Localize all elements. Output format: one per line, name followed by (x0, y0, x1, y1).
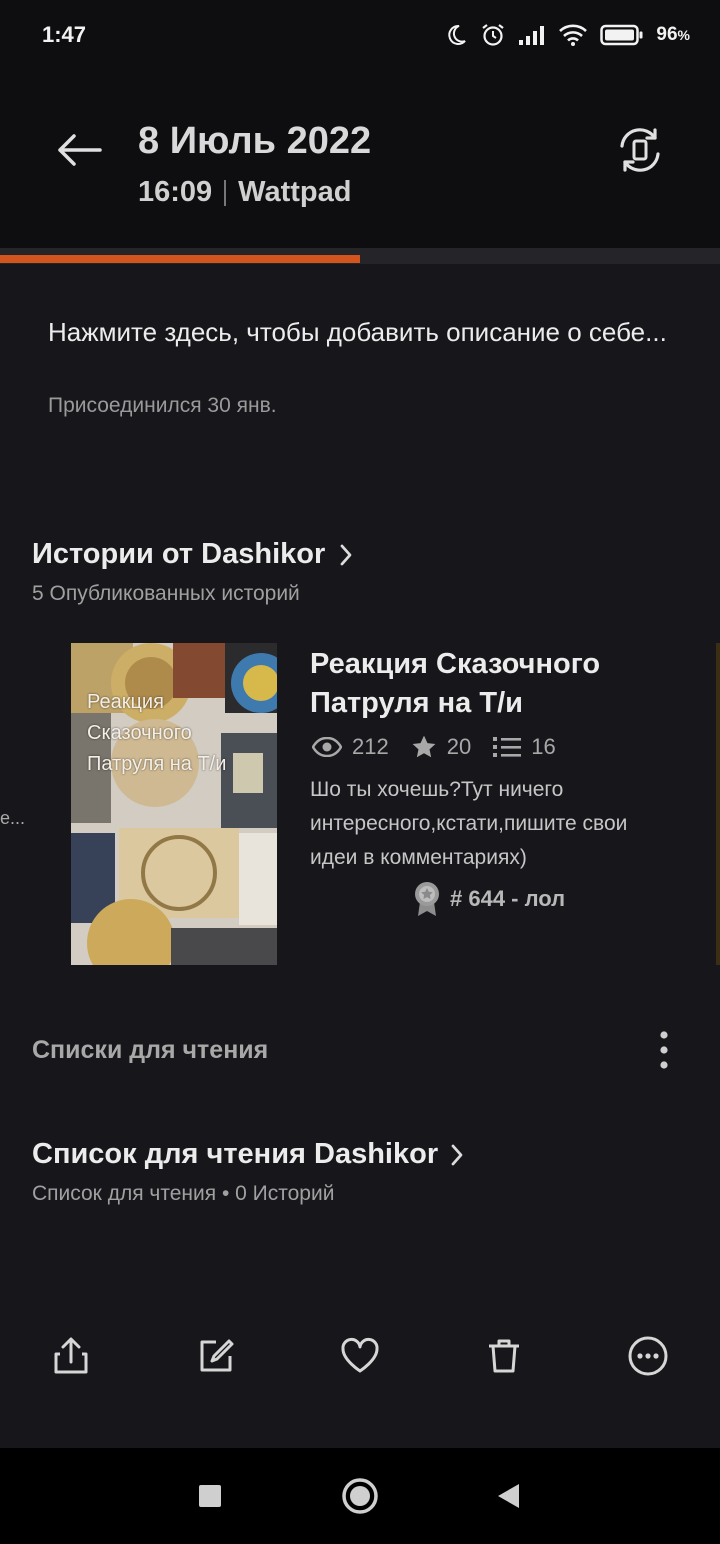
book-title[interactable]: Реакция Сказочного Патруля на Т/и (310, 645, 650, 723)
divider (224, 179, 227, 206)
system-nav-bar (0, 1448, 720, 1544)
header-app: Wattpad (238, 176, 352, 208)
kebab-menu-icon (660, 1031, 668, 1069)
more-icon (628, 1336, 668, 1376)
stories-link[interactable]: Истории от Dashikor (32, 538, 353, 571)
votes-count: 20 (446, 734, 472, 759)
chevron-right-icon (340, 544, 352, 565)
battery-percent: 96% (656, 24, 690, 45)
arrow-left-icon (58, 134, 102, 166)
battery-icon (600, 24, 643, 46)
bottom-toolbar (0, 1320, 720, 1392)
reading-lists-menu-button[interactable] (650, 1030, 678, 1070)
views-count: 212 (352, 734, 389, 759)
page-title: 8 Июль 2022 (138, 120, 372, 162)
stories-title: Истории от Dashikor (32, 538, 326, 570)
parts-stat: 16 (493, 734, 556, 760)
book-rank: # 644 - лол (412, 880, 565, 918)
delete-button[interactable] (468, 1320, 540, 1392)
signal-icon (519, 26, 545, 45)
rotate-icon (620, 128, 660, 172)
home-button[interactable] (336, 1472, 384, 1520)
next-card-edge[interactable] (716, 643, 720, 965)
heart-icon (341, 1338, 379, 1373)
progress-fill (0, 255, 360, 263)
rank-text: # 644 - лол (450, 886, 566, 911)
header-time: 16:09 (138, 176, 213, 208)
square-icon (199, 1485, 221, 1507)
reading-list-subtitle: Список для чтения • 0 Историй (32, 1182, 335, 1205)
back-button[interactable] (52, 128, 106, 172)
triangle-back-icon (498, 1484, 519, 1508)
back-nav-button[interactable] (484, 1472, 532, 1520)
alarm-icon (482, 24, 505, 46)
home-circle-icon (342, 1478, 378, 1514)
book-description: Шо ты хочешь?Тут ничего интересного,кста… (310, 778, 628, 869)
award-icon (415, 882, 439, 916)
wifi-icon (559, 24, 588, 46)
about-placeholder[interactable]: Нажмите здесь, чтобы добавить описание о… (48, 312, 668, 353)
share-button[interactable] (35, 1320, 107, 1392)
reading-list-title: Список для чтения Dashikor (32, 1138, 439, 1170)
trash-icon (489, 1339, 519, 1373)
stories-count: 5 Опубликованных историй (32, 582, 300, 605)
list-icon (493, 737, 522, 757)
book-cover[interactable]: Реакция Сказочного Патруля на Т/и (71, 643, 277, 965)
favorite-button[interactable] (324, 1320, 396, 1392)
reading-lists-header: Списки для чтения (32, 1036, 269, 1064)
status-icons: 96% (444, 20, 690, 50)
more-button[interactable] (612, 1320, 684, 1392)
status-time: 1:47 (42, 22, 87, 47)
previous-card-text: е... (0, 808, 26, 828)
star-icon (412, 735, 436, 758)
recents-button[interactable] (186, 1472, 234, 1520)
votes-stat: 20 (411, 734, 471, 760)
rotate-button[interactable] (614, 124, 666, 176)
edit-icon (200, 1339, 234, 1372)
page-subtitle: 16:09 Wattpad (138, 176, 351, 209)
cover-title-text: Реакция Сказочного Патруля на Т/и (87, 691, 227, 775)
share-icon (54, 1337, 88, 1374)
parts-count: 16 (531, 734, 556, 759)
views-stat: 212 (312, 734, 389, 760)
book-stats: 212 20 16 (312, 734, 578, 760)
eye-icon (312, 737, 342, 757)
joined-date: Присоединился 30 янв. (48, 394, 277, 417)
reading-list-link[interactable]: Список для чтения Dashikor (32, 1138, 464, 1171)
moon-icon (448, 24, 467, 45)
edit-button[interactable] (180, 1320, 252, 1392)
chevron-right-icon (451, 1144, 463, 1165)
